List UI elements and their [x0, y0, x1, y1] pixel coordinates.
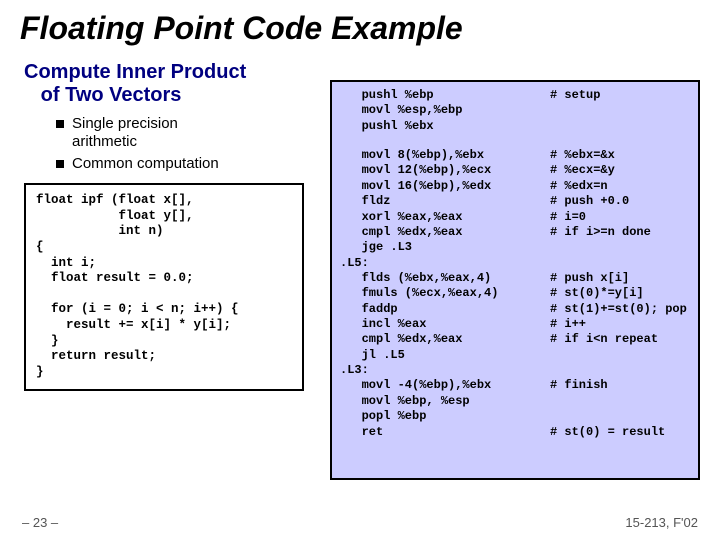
- asm-instr: .L3:: [340, 363, 550, 378]
- asm-line: [340, 134, 690, 148]
- asm-comment: # %ecx=&y: [550, 163, 615, 178]
- asm-comment: # setup: [550, 88, 600, 103]
- asm-instr: flds (%ebx,%eax,4): [340, 271, 550, 286]
- asm-code-box: pushl %ebp# setup movl %esp,%ebp pushl %…: [330, 80, 700, 480]
- bullet-text: Single precision arithmetic: [72, 115, 178, 151]
- asm-comment: # push +0.0: [550, 194, 629, 209]
- asm-line: popl %ebp: [340, 409, 690, 424]
- asm-line: movl 8(%ebp),%ebx# %ebx=&x: [340, 148, 690, 163]
- asm-comment: # st(0)*=y[i]: [550, 286, 644, 301]
- asm-line: movl -4(%ebp),%ebx# finish: [340, 378, 690, 393]
- asm-line: movl 12(%ebp),%ecx# %ecx=&y: [340, 163, 690, 178]
- asm-line: ret# st(0) = result: [340, 425, 690, 440]
- bullet-square-icon: [56, 160, 64, 168]
- c-code-box: float ipf (float x[], float y[], int n) …: [24, 183, 304, 391]
- course-tag: 15-213, F'02: [625, 515, 698, 530]
- page-number: – 23 –: [22, 515, 58, 530]
- asm-line: pushl %ebp# setup: [340, 88, 690, 103]
- asm-line: fldz# push +0.0: [340, 194, 690, 209]
- asm-instr: movl 8(%ebp),%ebx: [340, 148, 550, 163]
- asm-comment: # push x[i]: [550, 271, 629, 286]
- asm-line: .L3:: [340, 363, 690, 378]
- subtitle-line2: of Two Vectors: [41, 84, 182, 106]
- asm-instr: cmpl %edx,%eax: [340, 225, 550, 240]
- bullet-text: Common computation: [72, 155, 219, 173]
- slide-title: Floating Point Code Example: [20, 10, 700, 47]
- asm-instr: jl .L5: [340, 348, 550, 363]
- asm-instr: cmpl %edx,%eax: [340, 332, 550, 347]
- slide-footer: – 23 – 15-213, F'02: [22, 515, 698, 530]
- asm-instr: jge .L3: [340, 240, 550, 255]
- asm-line: cmpl %edx,%eax# if i<n repeat: [340, 332, 690, 347]
- asm-instr: movl %ebp, %esp: [340, 394, 550, 409]
- asm-line: .L5:: [340, 256, 690, 271]
- asm-line: movl %esp,%ebp: [340, 103, 690, 118]
- asm-instr: xorl %eax,%eax: [340, 210, 550, 225]
- asm-line: movl %ebp, %esp: [340, 394, 690, 409]
- asm-instr: fldz: [340, 194, 550, 209]
- asm-line: incl %eax# i++: [340, 317, 690, 332]
- asm-instr: movl 12(%ebp),%ecx: [340, 163, 550, 178]
- asm-line: movl 16(%ebp),%edx# %edx=n: [340, 179, 690, 194]
- asm-instr: .L5:: [340, 256, 550, 271]
- asm-line: flds (%ebx,%eax,4)# push x[i]: [340, 271, 690, 286]
- asm-line: jl .L5: [340, 348, 690, 363]
- asm-comment: # finish: [550, 378, 608, 393]
- asm-comment: # st(1)+=st(0); pop: [550, 302, 687, 317]
- asm-line: fmuls (%ecx,%eax,4)# st(0)*=y[i]: [340, 286, 690, 301]
- asm-instr: movl %esp,%ebp: [340, 103, 550, 118]
- asm-line: jge .L3: [340, 240, 690, 255]
- asm-instr: incl %eax: [340, 317, 550, 332]
- asm-instr: pushl %ebp: [340, 88, 550, 103]
- asm-instr: movl 16(%ebp),%edx: [340, 179, 550, 194]
- asm-instr: ret: [340, 425, 550, 440]
- subtitle-line1: Compute Inner Product: [24, 61, 246, 83]
- asm-comment: # i++: [550, 317, 586, 332]
- asm-comment: # st(0) = result: [550, 425, 665, 440]
- asm-line: faddp# st(1)+=st(0); pop: [340, 302, 690, 317]
- asm-comment: # %ebx=&x: [550, 148, 615, 163]
- asm-line: pushl %ebx: [340, 119, 690, 134]
- asm-instr: faddp: [340, 302, 550, 317]
- asm-instr: fmuls (%ecx,%eax,4): [340, 286, 550, 301]
- asm-line: xorl %eax,%eax# i=0: [340, 210, 690, 225]
- asm-instr: popl %ebp: [340, 409, 550, 424]
- asm-comment: # i=0: [550, 210, 586, 225]
- asm-instr: movl -4(%ebp),%ebx: [340, 378, 550, 393]
- asm-comment: # %edx=n: [550, 179, 608, 194]
- asm-instr: pushl %ebx: [340, 119, 550, 134]
- asm-comment: # if i>=n done: [550, 225, 651, 240]
- asm-line: cmpl %edx,%eax# if i>=n done: [340, 225, 690, 240]
- asm-comment: # if i<n repeat: [550, 332, 658, 347]
- bullet-square-icon: [56, 120, 64, 128]
